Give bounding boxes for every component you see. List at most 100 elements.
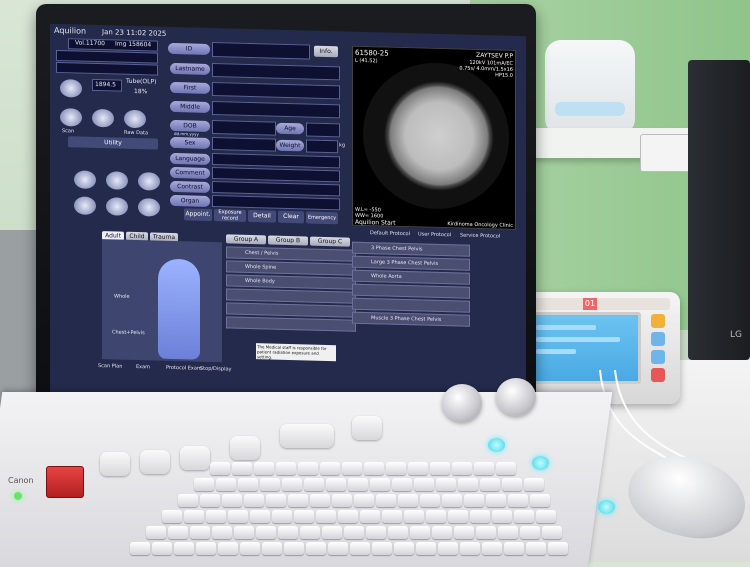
keyboard-key[interactable]: [174, 542, 195, 555]
keyboard-key[interactable]: [288, 494, 309, 507]
keyboard-key[interactable]: [260, 478, 281, 491]
keyboard-key[interactable]: [168, 526, 189, 539]
keyboard-key[interactable]: [282, 478, 303, 491]
comment-select[interactable]: [212, 167, 340, 183]
keyboard-key[interactable]: [206, 510, 227, 523]
keyboard-key[interactable]: [218, 542, 239, 555]
keyboard-key[interactable]: [228, 510, 249, 523]
keyboard-key[interactable]: [464, 494, 485, 507]
keyboard-key[interactable]: [294, 510, 315, 523]
keyboard-key[interactable]: [222, 494, 243, 507]
keyboard-key[interactable]: [360, 510, 381, 523]
age-field[interactable]: [306, 122, 340, 138]
default-protocol-radio[interactable]: Default Protocol: [370, 230, 410, 237]
keyboard-key[interactable]: [498, 526, 519, 539]
keyboard-key[interactable]: [452, 462, 472, 475]
contrast-select[interactable]: [212, 181, 340, 197]
keyboard-key[interactable]: [216, 478, 237, 491]
measure-icon[interactable]: [74, 196, 96, 215]
keyboard-key[interactable]: [284, 542, 305, 555]
keyboard-key[interactable]: [212, 526, 233, 539]
keyboard-key[interactable]: [470, 510, 491, 523]
key-pad[interactable]: [352, 416, 382, 440]
protocol-item[interactable]: [226, 288, 356, 304]
keyboard-key[interactable]: [272, 510, 293, 523]
exposure-record-button[interactable]: Exposure record: [214, 209, 246, 222]
keyboard-key[interactable]: [370, 478, 391, 491]
keyboard-key[interactable]: [262, 542, 283, 555]
protocol-item[interactable]: Muscle 3 Phase Chest Pelvis: [352, 311, 470, 327]
keyboard-key[interactable]: [514, 510, 535, 523]
reset-icon[interactable]: [138, 198, 160, 217]
keyboard-key[interactable]: [442, 494, 463, 507]
keyboard-key[interactable]: [238, 478, 259, 491]
user-protocol-radio[interactable]: User Protocol: [418, 231, 451, 238]
keyboard-key[interactable]: [190, 526, 211, 539]
ct-image-viewer[interactable]: 61580-25 L (41.52) ZAYTSEV P.P 120kV 101…: [352, 45, 516, 230]
keyboard-key[interactable]: [492, 510, 513, 523]
keyboard-key[interactable]: [152, 542, 173, 555]
language-select[interactable]: [212, 153, 340, 169]
lit-button[interactable]: [532, 456, 549, 470]
keyboard-key[interactable]: [376, 494, 397, 507]
protocol-item[interactable]: Chest / Pelvis: [226, 246, 356, 262]
keyboard-key[interactable]: [496, 462, 516, 475]
keyboard-key[interactable]: [256, 526, 277, 539]
keyboard-key[interactable]: [178, 494, 199, 507]
key-pad[interactable]: [180, 446, 210, 470]
keyboard-key[interactable]: [420, 494, 441, 507]
tab-group-b[interactable]: Group B: [268, 235, 308, 246]
protocol-item[interactable]: 3 Phase Chest Pelvis: [352, 241, 470, 257]
key-pad[interactable]: [100, 452, 130, 476]
protocol-exam-tab[interactable]: Protocol Exam: [166, 365, 202, 372]
keyboard-key[interactable]: [234, 526, 255, 539]
keyboard-key[interactable]: [392, 478, 413, 491]
scan-mode-icon[interactable]: [60, 79, 82, 98]
video-icon[interactable]: [138, 172, 160, 191]
keyboard-key[interactable]: [460, 542, 481, 555]
keyboard-key[interactable]: [548, 542, 569, 555]
keyboard-key[interactable]: [184, 510, 205, 523]
control-knob-right[interactable]: [496, 378, 536, 416]
keyboard-key[interactable]: [542, 526, 563, 539]
keyboard-key[interactable]: [366, 526, 387, 539]
keyboard-key[interactable]: [240, 542, 261, 555]
keyboard-key[interactable]: [386, 462, 406, 475]
key-pad[interactable]: [140, 450, 170, 474]
keyboard-key[interactable]: [322, 526, 343, 539]
keyboard-key[interactable]: [254, 462, 274, 475]
keyboard-key[interactable]: [298, 462, 318, 475]
keyboard-key[interactable]: [372, 542, 393, 555]
keyboard-key[interactable]: [480, 478, 501, 491]
keyboard-key[interactable]: [162, 510, 183, 523]
keyboard-key[interactable]: [278, 526, 299, 539]
tab-group-a[interactable]: Group A: [226, 234, 266, 245]
keyboard-key[interactable]: [328, 542, 349, 555]
keyboard-key[interactable]: [332, 494, 353, 507]
lastname-field[interactable]: [212, 63, 340, 81]
protocol-item[interactable]: [226, 302, 356, 318]
first-field[interactable]: [212, 82, 340, 100]
keyboard-key[interactable]: [410, 526, 431, 539]
appoint-button[interactable]: Appoint.: [184, 208, 212, 222]
keyboard-key[interactable]: [524, 478, 545, 491]
detail-button[interactable]: Detail: [248, 209, 276, 223]
keyboard-key[interactable]: [196, 542, 217, 555]
utility-button[interactable]: Utility: [68, 136, 158, 150]
autoview-icon[interactable]: [92, 108, 114, 128]
tool-icon[interactable]: [74, 170, 96, 189]
keyboard-key[interactable]: [250, 510, 271, 523]
protocol-item[interactable]: [352, 283, 470, 299]
keyboard-key[interactable]: [316, 510, 337, 523]
sex-select[interactable]: [212, 137, 276, 152]
info-button[interactable]: Info.: [314, 45, 338, 58]
keyboard-key[interactable]: [432, 526, 453, 539]
emergency-button[interactable]: Emergency: [306, 211, 338, 225]
keyboard-key[interactable]: [438, 542, 459, 555]
key-pad[interactable]: [280, 424, 334, 448]
keyboard-key[interactable]: [398, 494, 419, 507]
keyboard-key[interactable]: [338, 510, 359, 523]
keyboard-key[interactable]: [210, 462, 230, 475]
keyboard-key[interactable]: [382, 510, 403, 523]
organ-select[interactable]: [212, 195, 340, 211]
